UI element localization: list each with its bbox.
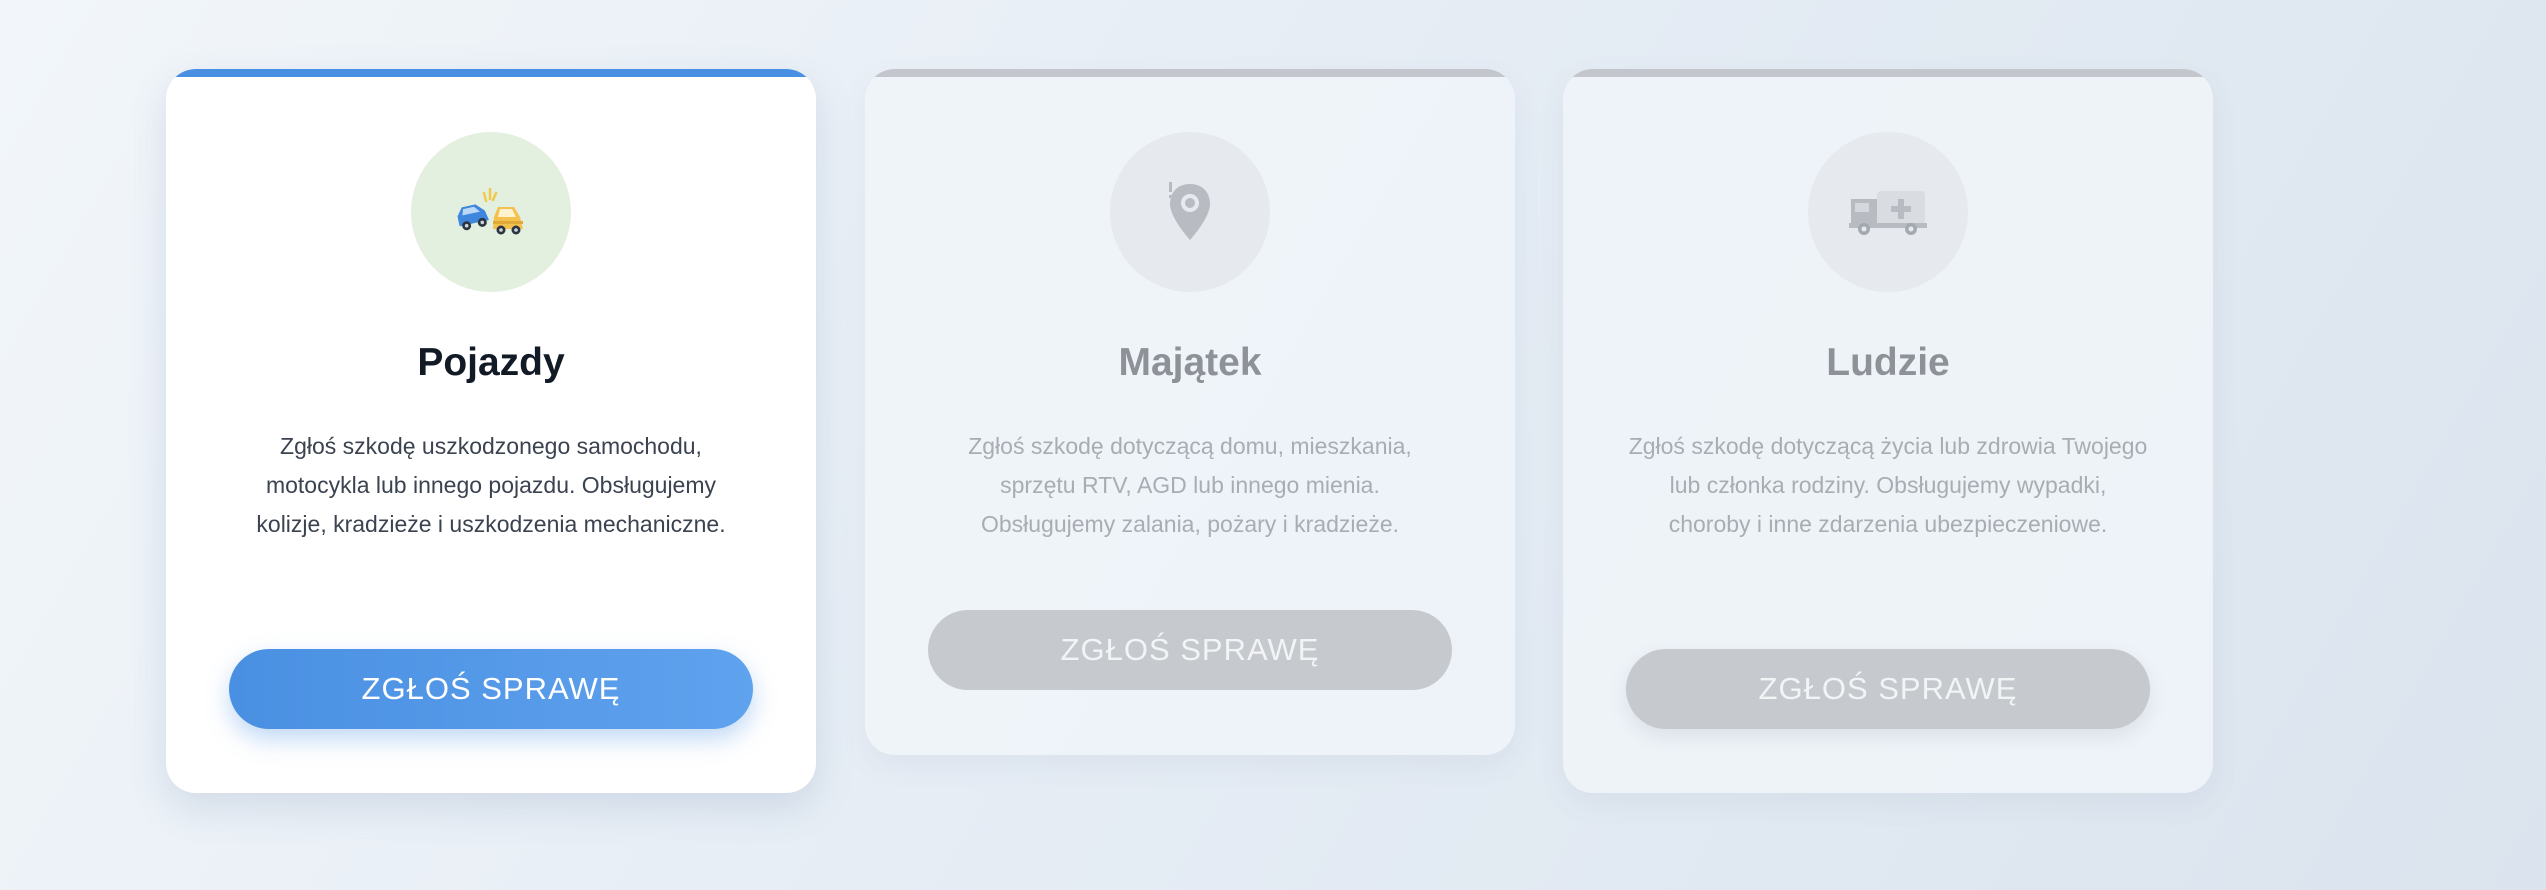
card-description: Zgłoś szkodę uszkodzonego samochodu, mot…: [256, 433, 726, 537]
card-title: Ludzie: [1826, 341, 1950, 384]
card-accent-bar: [865, 69, 1515, 77]
report-claim-button[interactable]: ZGŁOŚ SPRAWĘ: [1626, 649, 2150, 729]
card-accent-bar: [166, 69, 816, 77]
card-description: Zgłoś szkodę dotyczącą życia lub zdrowia…: [1628, 433, 2148, 537]
ambulance-icon: [1849, 191, 1927, 235]
card-description: Zgłoś szkodę dotyczącą domu, mieszkania,…: [968, 433, 1412, 537]
card-majatek[interactable]: Majątek Zgłoś szkodę dotyczącą domu, mie…: [865, 69, 1515, 755]
card-ludzie[interactable]: Ludzie Zgłoś szkodę dotyczącą życia lub …: [1563, 69, 2213, 793]
card-title: Majątek: [1118, 341, 1262, 384]
claim-category-cards: Pojazdy Zgłoś szkodę uszkodzonego samoch…: [0, 0, 2546, 890]
card-icon-circle: [1110, 132, 1270, 292]
card-pojazdy[interactable]: Pojazdy Zgłoś szkodę uszkodzonego samoch…: [166, 69, 816, 793]
card-accent-bar: [1563, 69, 2213, 77]
car-collision-icon: [457, 187, 523, 235]
card-title: Pojazdy: [417, 341, 565, 384]
report-claim-button[interactable]: ZGŁOŚ SPRAWĘ: [229, 649, 753, 729]
report-claim-button[interactable]: ZGŁOŚ SPRAWĘ: [928, 610, 1452, 690]
card-icon-circle: [411, 132, 571, 292]
card-icon-circle: [1808, 132, 1968, 292]
location-pin-icon: [1169, 182, 1210, 240]
